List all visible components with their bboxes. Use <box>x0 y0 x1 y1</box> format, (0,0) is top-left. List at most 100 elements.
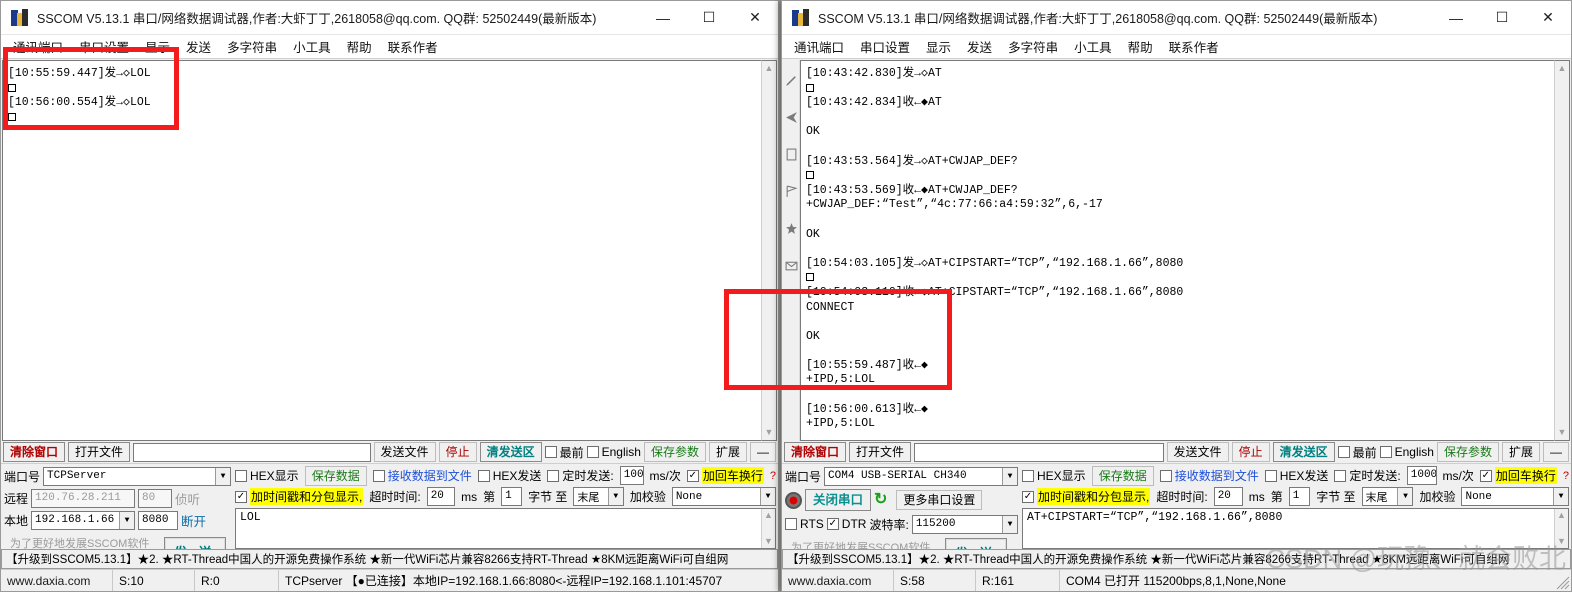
remote-ip-input[interactable]: 120.76.28.211 <box>31 488 136 508</box>
clear-send-area-button[interactable]: 清发送区 <box>1272 442 1335 462</box>
save-params-button[interactable]: 保存参数 <box>643 442 706 462</box>
save-data-button[interactable]: 保存数据 <box>1091 465 1154 486</box>
ad-banner-left[interactable]: 【升级到SSCOM5.13.1】★2. ★RT-Thread中国人的开源免费操作… <box>1 549 778 569</box>
refresh-icon[interactable]: ↻ <box>874 492 887 508</box>
menu-item-contact-author[interactable]: 联系作者 <box>388 37 438 56</box>
menu-item-comm-port[interactable]: 通讯端口 <box>13 37 63 56</box>
send-scrollbar[interactable]: ▲ ▼ <box>1554 509 1568 548</box>
minimize-button[interactable]: — <box>1433 1 1479 34</box>
ad-banner-right[interactable]: 【升级到SSCOM5.13.1】★2. ★RT-Thread中国人的开源免费操作… <box>782 549 1571 569</box>
dtr-checkbox[interactable]: ✓ DTR <box>826 517 866 531</box>
clear-window-button[interactable]: 清除窗口 <box>784 442 847 462</box>
send-file-button[interactable]: 发送文件 <box>1166 442 1229 462</box>
flag-icon[interactable] <box>785 185 798 198</box>
log-scrollbar-left[interactable]: ▲ ▼ <box>761 60 777 441</box>
save-params-button[interactable]: 保存参数 <box>1436 442 1499 462</box>
menu-item-tools[interactable]: 小工具 <box>293 37 331 56</box>
port-select[interactable]: COM4 USB-SERIAL CH340 ▼ <box>824 466 1018 486</box>
send-arrow-icon[interactable] <box>785 111 798 124</box>
stop-button[interactable]: 停止 <box>438 442 477 462</box>
timed-send-checkbox[interactable]: 定时发送: <box>547 467 614 484</box>
scroll-down-icon[interactable]: ▼ <box>1558 426 1567 439</box>
byte-index-input[interactable]: 1 <box>501 487 523 506</box>
menu-item-help[interactable]: 帮助 <box>347 37 372 56</box>
timeout-input[interactable]: 20 <box>426 487 456 506</box>
scroll-up-icon[interactable]: ▲ <box>1557 509 1566 522</box>
local-port-input[interactable]: 8080 <box>138 510 179 530</box>
scroll-down-icon[interactable]: ▼ <box>1557 535 1566 548</box>
scroll-up-icon[interactable]: ▲ <box>1558 62 1567 75</box>
byte-end-select[interactable]: 末尾 ▼ <box>1361 487 1414 506</box>
recv-to-file-checkbox[interactable]: 接收数据到文件 <box>1159 467 1259 484</box>
pen-icon[interactable] <box>785 74 798 87</box>
menu-item-send[interactable]: 发送 <box>967 37 992 56</box>
hex-send-checkbox[interactable]: HEX发送 <box>477 467 541 484</box>
minimize-button[interactable]: — <box>640 1 686 34</box>
clear-window-button[interactable]: 清除窗口 <box>3 442 66 462</box>
remote-port-input[interactable]: 80 <box>138 488 173 508</box>
send-file-button[interactable]: 发送文件 <box>373 442 436 462</box>
interval-input[interactable]: 1000 <box>1406 466 1437 485</box>
help-icon[interactable]: ? <box>1563 470 1569 482</box>
menu-item-tools[interactable]: 小工具 <box>1074 37 1112 56</box>
send-textarea-right[interactable]: AT+CIPSTART=“TCP”,“192.168.1.66”,8080 ▲ … <box>1022 508 1569 549</box>
menu-item-multistring[interactable]: 多字符串 <box>1008 37 1058 56</box>
maximize-button[interactable]: ☐ <box>1479 1 1525 34</box>
status-url[interactable]: www.daxia.com <box>1 570 113 591</box>
open-file-button[interactable]: 打开文件 <box>849 442 912 462</box>
scroll-up-icon[interactable]: ▲ <box>764 509 773 522</box>
send-scrollbar[interactable]: ▲ ▼ <box>761 509 775 548</box>
menu-item-serial-settings[interactable]: 串口设置 <box>860 37 910 56</box>
menu-item-contact-author[interactable]: 联系作者 <box>1169 37 1219 56</box>
document-icon[interactable] <box>785 148 798 161</box>
star-icon[interactable] <box>785 222 798 235</box>
menu-item-send[interactable]: 发送 <box>186 37 211 56</box>
file-path-input[interactable] <box>133 442 371 462</box>
collapse-button[interactable]: — <box>1543 442 1569 462</box>
scroll-down-icon[interactable]: ▼ <box>765 426 774 439</box>
checksum-select[interactable]: None ▼ <box>671 487 776 506</box>
send-textarea-left[interactable]: LOL ▲ ▼ <box>235 508 776 549</box>
byte-index-input[interactable]: 1 <box>1288 487 1311 506</box>
recv-to-file-checkbox[interactable]: 接收数据到文件 <box>372 467 472 484</box>
hex-send-checkbox[interactable]: HEX发送 <box>1264 467 1328 484</box>
listen-button[interactable]: 侦听 <box>175 489 200 508</box>
menu-item-serial-settings[interactable]: 串口设置 <box>79 37 129 56</box>
crlf-checkbox[interactable]: ✓ 加回车换行 <box>686 467 764 484</box>
open-file-button[interactable]: 打开文件 <box>68 442 131 462</box>
topmost-checkbox[interactable]: 最前 <box>1337 444 1377 461</box>
timestamp-pack-checkbox[interactable]: ✓ 加时间戳和分包显示, <box>1022 488 1151 505</box>
receive-log-left[interactable]: [10:55:59.447]发→◇LOL [10:56:00.554]发→◇LOL <box>2 60 761 441</box>
save-data-button[interactable]: 保存数据 <box>304 465 367 486</box>
interval-input[interactable]: 1000 <box>619 466 644 485</box>
close-button[interactable]: ✕ <box>732 1 778 34</box>
checksum-select[interactable]: None ▼ <box>1461 487 1569 506</box>
disconnect-button[interactable]: 断开 <box>181 511 206 530</box>
menu-item-help[interactable]: 帮助 <box>1128 37 1153 56</box>
menu-item-display[interactable]: 显示 <box>926 37 951 56</box>
extend-button[interactable]: 扩展 <box>708 442 747 462</box>
hex-display-checkbox[interactable]: HEX显示 <box>235 467 299 484</box>
menu-item-display[interactable]: 显示 <box>145 37 170 56</box>
maximize-button[interactable]: ☐ <box>686 1 732 34</box>
clear-send-area-button[interactable]: 清发送区 <box>479 442 542 462</box>
resize-grip-icon[interactable] <box>1556 576 1570 590</box>
scroll-down-icon[interactable]: ▼ <box>764 535 773 548</box>
english-checkbox[interactable]: English <box>586 445 641 459</box>
hex-display-checkbox[interactable]: HEX显示 <box>1022 467 1086 484</box>
baud-select[interactable]: 115200 ▼ <box>911 514 1018 534</box>
topmost-checkbox[interactable]: 最前 <box>544 444 584 461</box>
file-path-input[interactable] <box>914 442 1164 462</box>
close-serial-button[interactable]: 关闭串口 <box>805 489 872 511</box>
menu-item-comm-port[interactable]: 通讯端口 <box>794 37 844 56</box>
byte-end-select[interactable]: 末尾 ▼ <box>573 487 624 506</box>
local-ip-select[interactable]: 192.168.1.66 ▼ <box>31 510 136 530</box>
menu-item-multistring[interactable]: 多字符串 <box>227 37 277 56</box>
close-button[interactable]: ✕ <box>1525 1 1571 34</box>
receive-log-right[interactable]: [10:43:42.830]发→◇AT [10:43:42.834]收←◆AT O… <box>800 60 1554 441</box>
more-serial-settings-button[interactable]: 更多串口设置 <box>896 490 983 510</box>
crlf-checkbox[interactable]: ✓ 加回车换行 <box>1479 467 1557 484</box>
extend-button[interactable]: 扩展 <box>1501 442 1540 462</box>
timeout-input[interactable]: 20 <box>1213 487 1243 506</box>
status-url[interactable]: www.daxia.com <box>782 570 894 591</box>
